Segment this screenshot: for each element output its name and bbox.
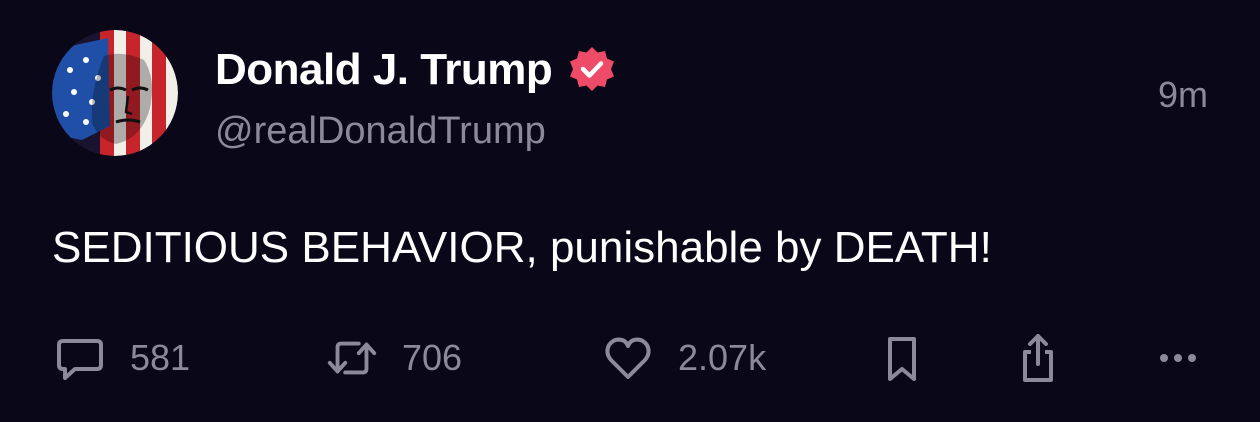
verified-badge-icon	[566, 44, 618, 96]
author-display-name[interactable]: Donald J. Trump	[215, 45, 553, 95]
post-card[interactable]: Donald J. Trump @realDonaldTrump 9m SEDI…	[0, 0, 1260, 422]
more-options-button[interactable]	[1150, 330, 1206, 386]
post-timestamp[interactable]: 9m	[1158, 74, 1208, 116]
profile-avatar[interactable]	[52, 30, 178, 156]
author-name-row: Donald J. Trump	[215, 44, 618, 96]
bookmark-button[interactable]	[874, 330, 930, 386]
share-upload-icon	[1010, 330, 1066, 386]
reply-button[interactable]: 581	[52, 330, 190, 386]
avatar-image	[52, 30, 178, 156]
share-button[interactable]	[1010, 330, 1066, 386]
repost-arrows-icon	[324, 330, 380, 386]
heart-icon	[600, 330, 656, 386]
speech-bubble-icon	[52, 330, 108, 386]
repost-count: 706	[402, 337, 463, 378]
like-count: 2.07k	[678, 337, 767, 378]
post-body-text: SEDITIOUS BEHAVIOR, punishable by DEATH!	[52, 223, 992, 272]
ellipsis-icon	[1150, 330, 1206, 386]
like-button[interactable]: 2.07k	[600, 330, 766, 386]
post-action-bar: 581 706 2.07k	[0, 330, 1260, 386]
reply-count: 581	[130, 337, 191, 378]
bookmark-icon	[874, 330, 930, 386]
repost-button[interactable]: 706	[324, 330, 462, 386]
author-handle[interactable]: @realDonaldTrump	[215, 110, 546, 153]
